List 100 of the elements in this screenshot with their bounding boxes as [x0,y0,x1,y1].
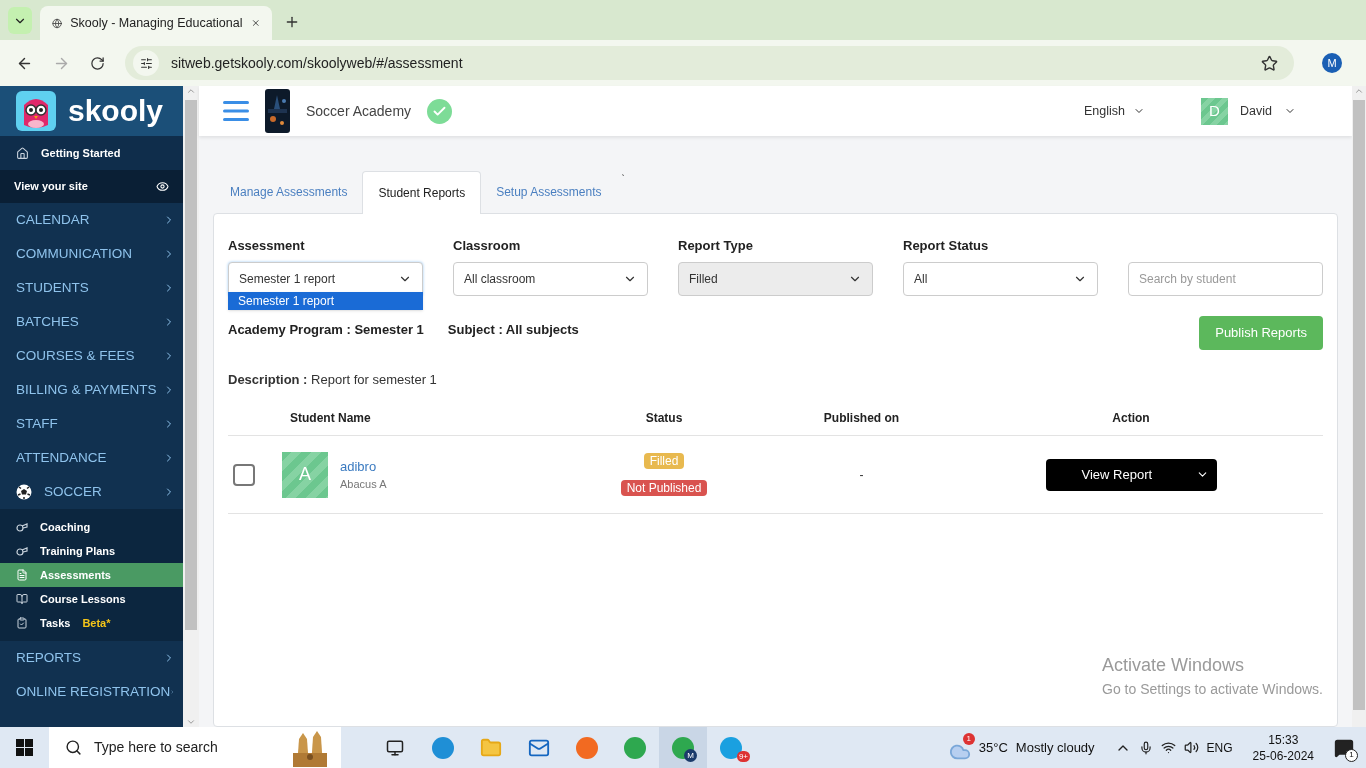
profile-avatar[interactable]: M [1322,53,1342,73]
menu-item[interactable]: ATTENDANCE [0,441,183,475]
student-avatar: A [282,451,328,498]
eye-icon [156,180,169,193]
search-field[interactable]: Search by student [1128,261,1323,296]
view-report-button[interactable]: View Report [1045,458,1217,491]
menu-label: STAFF [16,415,58,433]
user-avatar: D [1201,97,1229,125]
owl-logo-icon [16,91,56,131]
column-header: Status [644,410,684,427]
activation-subtitle: Go to Settings to activate Windows. [1102,680,1323,699]
column-header: Student Name [289,410,372,427]
menu-label: COMMUNICATION [16,245,132,263]
status-tag: Not Published [620,480,708,496]
filter-label: Report Type [678,237,754,255]
book-icon [16,593,28,605]
whistle-icon [16,521,28,533]
submenu-item[interactable]: Tasks Beta* [0,611,183,635]
column-header: Published on [822,410,901,427]
menu-item[interactable]: STAFF [0,407,183,441]
subject-text: Subject : All subjects [447,320,579,339]
clock-time: 15:33 [1268,731,1299,748]
getting-started-item[interactable]: Getting Started [0,136,183,170]
bookmark-icon[interactable] [1261,54,1278,72]
page-scrollbar[interactable] [1352,86,1366,727]
menu-item[interactable]: COURSES & FEES [0,339,183,373]
user-menu[interactable]: D David [1201,97,1296,125]
submenu-item[interactable]: Course Lessons [0,587,183,611]
menu-label: BILLING & PAYMENTS [16,381,157,399]
address-field[interactable]: sitweb.getskooly.com/skoolyweb/#/assessment [125,46,1294,80]
input-language[interactable]: ENG [1206,738,1233,757]
taskbar-search-field[interactable]: Type here to search [49,727,341,768]
filter-select[interactable]: All [903,261,1098,296]
menu-icon[interactable] [223,101,249,121]
search-icon [65,739,82,756]
taskbar-search-placeholder: Type here to search [94,738,218,757]
submenu-item[interactable]: Training Plans [0,539,183,563]
weather-badge: 1 [962,732,975,745]
menu-item[interactable]: SOCCER [0,475,183,509]
menu-label: BATCHES [16,313,79,331]
new-tab-icon[interactable] [284,14,300,30]
activation-title: Activate Windows [1102,654,1246,677]
tab[interactable]: Manage Assessments [215,171,363,213]
student-name-link[interactable]: adibro [340,456,387,476]
submenu-item[interactable]: Coaching [0,515,183,539]
skype-badge: 9+ [736,751,750,762]
clipboard-icon [16,617,28,629]
wifi-icon[interactable] [1160,740,1176,755]
view-site-link[interactable]: View your site [0,170,183,203]
start-icon[interactable] [16,739,33,756]
view-site-label: View your site [14,179,88,195]
tab[interactable]: Student Reports [362,171,482,214]
home-icon [16,146,29,160]
verified-icon [427,98,453,124]
menu-label: SOCCER [44,483,102,501]
menu-item[interactable]: BILLING & PAYMENTS [0,373,183,407]
document-icon [16,569,28,581]
browser-tab[interactable]: Skooly - Managing Educational [40,6,272,40]
submenu-label: Course Lessons [40,591,126,607]
program-text: Academy Program : Semester 1 [228,320,424,339]
school-name: Soccer Academy [306,101,412,121]
tab[interactable]: Setup Assessments [481,171,617,213]
filter-select[interactable]: All classroom [453,261,648,296]
tab-list-button[interactable] [8,7,32,34]
menu-item[interactable]: CALENDAR [0,203,183,237]
stray-mark: ` [621,173,625,187]
weather-text: Mostly cloudy [1015,738,1095,757]
column-header: Action [1111,410,1151,427]
menu-label: COURSES & FEES [16,347,135,365]
dropdown-option[interactable]: Semester 1 report [228,292,423,310]
chrome-profile-icon[interactable]: M [659,727,707,768]
profile-badge: M [684,749,697,762]
microphone-icon[interactable] [1138,740,1153,755]
description-text: Description : Report for semester 1 [228,370,438,389]
menu-item[interactable]: REPORTS [0,641,183,675]
menu-item[interactable]: ONLINE REGISTRATION [0,675,183,709]
filter-label: Report Status [903,237,990,255]
menu-label: ATTENDANCE [16,449,107,467]
menu-item[interactable]: STUDENTS [0,271,183,305]
row-checkbox[interactable] [233,463,255,486]
temperature: 35°C [978,738,1008,757]
menu-item[interactable]: COMMUNICATION [0,237,183,271]
beta-label: Beta* [82,615,111,631]
language-selector[interactable]: English [1084,101,1146,121]
submenu-label: Tasks [40,615,71,631]
status-tag: Filled [643,453,685,469]
url-text: sitweb.getskooly.com/skoolyweb/#/assessment [171,53,463,73]
whistle-icon [16,545,28,557]
logo-text: skooly [68,96,164,126]
reload-icon[interactable] [90,55,105,71]
site-settings-icon[interactable] [139,56,153,70]
clock-date: 25-06-2024 [1252,747,1314,764]
filter-label: Assessment [228,237,306,255]
student-class: Abacus A [340,477,387,492]
volume-icon[interactable] [1183,740,1199,755]
tab-title: Skooly - Managing Educational [70,14,243,32]
menu-item[interactable]: BATCHES [0,305,183,339]
menu-label: ONLINE REGISTRATION [16,683,171,701]
published-date: - [858,466,865,484]
menu-label: STUDENTS [16,279,89,297]
